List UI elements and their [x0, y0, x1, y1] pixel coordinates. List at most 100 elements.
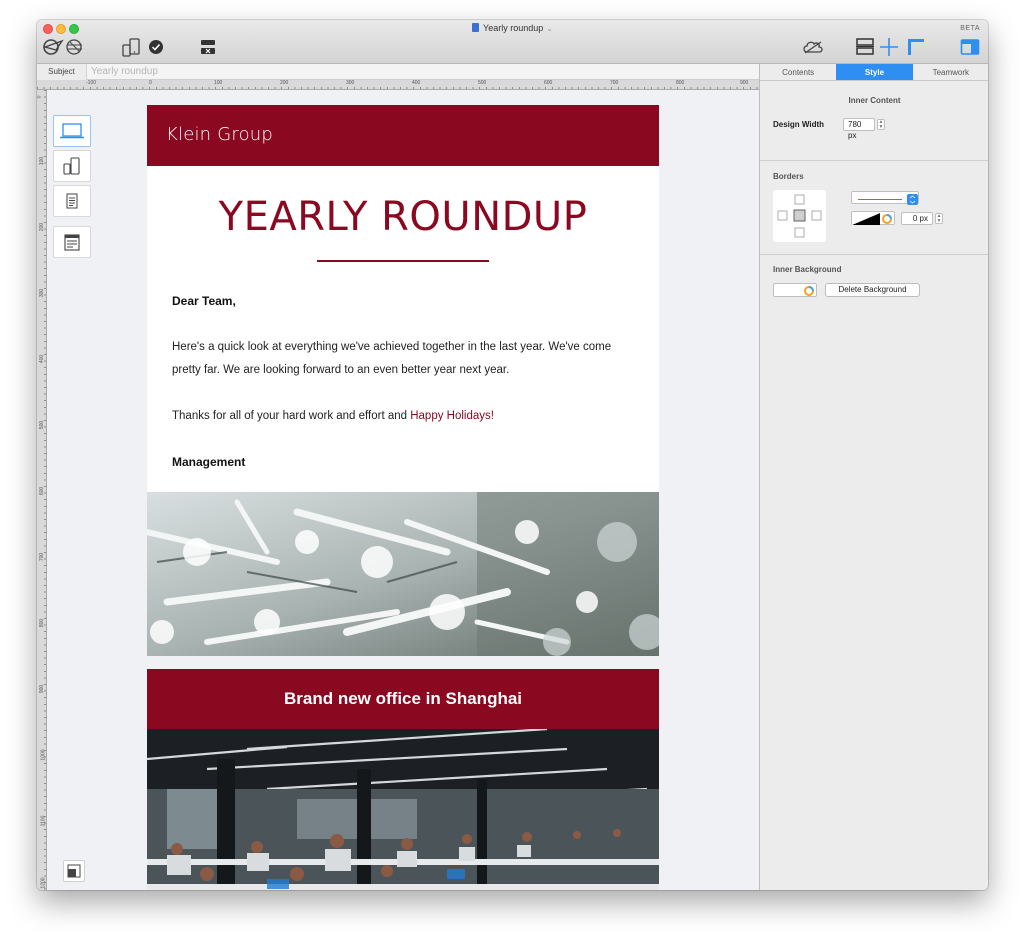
tab-contents[interactable]: Contents — [760, 64, 836, 80]
inner-content-title: Inner Content — [848, 96, 901, 105]
layout-button[interactable] — [855, 36, 875, 58]
borders-title: Borders — [773, 172, 804, 181]
ruler-label: 400 — [412, 80, 421, 86]
design-canvas[interactable]: Klein Group YEARLY ROUNDUP Dear Team, He… — [47, 90, 759, 890]
ruler-label: 100 — [214, 80, 223, 86]
email-preview[interactable]: Klein Group YEARLY ROUNDUP Dear Team, He… — [147, 105, 659, 890]
design-width-label: Design Width — [773, 120, 825, 129]
ruler-label: 600 — [544, 80, 553, 86]
cloud-icon — [803, 41, 823, 54]
design-width-input[interactable]: 780 px — [843, 118, 875, 140]
guides-button[interactable] — [879, 36, 899, 58]
desktop-view-button[interactable] — [53, 115, 91, 147]
cloud-button[interactable] — [801, 36, 825, 58]
ruler-label: 200 — [39, 222, 46, 232]
email-client-icon — [64, 234, 80, 251]
ruler-label: 700 — [39, 552, 46, 562]
border-style-select[interactable] — [851, 191, 919, 205]
ruler-label: 200 — [280, 80, 289, 86]
headline: YEARLY ROUNDUP — [218, 194, 588, 240]
mobile-view-button[interactable] — [53, 150, 91, 182]
canvas-options-button[interactable] — [63, 860, 85, 882]
ruler-label: 900 — [740, 80, 749, 86]
ruler-label: 700 — [610, 80, 619, 86]
design-width-stepper[interactable]: ▲ ▼ — [877, 119, 885, 130]
preview-send-button[interactable] — [41, 36, 87, 58]
email-header[interactable]: Klein Group — [147, 105, 659, 166]
greeting: Dear Team, — [172, 294, 236, 308]
ruler-button[interactable] — [905, 36, 927, 58]
subject-input[interactable]: Yearly roundup — [91, 64, 158, 80]
plain-text-view-button[interactable] — [53, 185, 91, 217]
horizontal-ruler: -100 0 100 200 300 400 500 600 700 800 9… — [37, 80, 759, 90]
thanks-paragraph: Thanks for all of your hard work and eff… — [172, 405, 622, 428]
ruler-label: 0 — [149, 80, 152, 86]
ruler-label: 1000 — [40, 749, 47, 761]
border-sides-icon — [777, 194, 822, 238]
email-client-view-button[interactable] — [53, 226, 91, 258]
email-body[interactable]: YEARLY ROUNDUP Dear Team, Here's a quick… — [147, 166, 659, 492]
ruler-label: 800 — [676, 80, 685, 86]
inspector-panel: Contents Style Teamwork Inner Content De… — [759, 64, 988, 890]
sidebar-toggle-button[interactable] — [959, 36, 981, 58]
headline-divider — [317, 260, 489, 262]
beta-badge: BETA — [960, 25, 980, 32]
inspector-tabs: Contents Style Teamwork — [760, 64, 988, 81]
color-wheel-icon — [804, 286, 814, 296]
ruler-label: 500 — [478, 80, 487, 86]
ruler-label: -100 — [86, 80, 97, 86]
border-sides-selector[interactable] — [773, 190, 826, 242]
subject-label: Subject — [37, 64, 87, 80]
office-illustration — [147, 729, 659, 890]
layout-icon — [856, 38, 874, 55]
ruler-label: 500 — [39, 420, 46, 430]
check-button[interactable] — [147, 36, 165, 58]
border-color-well[interactable] — [851, 211, 895, 225]
document-icon — [472, 23, 480, 32]
brand-name: Klein Group — [166, 124, 274, 145]
color-swatch-icon — [852, 213, 892, 225]
ruler-label: 900 — [39, 684, 46, 694]
border-width-input[interactable]: 0 px — [901, 212, 933, 225]
preview-send-icon — [42, 39, 82, 55]
subject-bar: Subject Yearly roundup — [37, 64, 759, 80]
ruler-label: 300 — [346, 80, 355, 86]
ruler-label: 800 — [39, 618, 46, 628]
ruler-label: 100 — [39, 156, 46, 166]
signoff: Management — [172, 455, 246, 469]
office-image[interactable] — [147, 729, 659, 890]
title-bar: Yearly roundup ⌄ BETA — [37, 20, 988, 64]
frosted-pine-image[interactable] — [147, 492, 659, 656]
section-header[interactable]: Brand new office in Shanghai — [147, 669, 659, 729]
delete-background-button[interactable]: Delete Background — [825, 283, 920, 297]
background-color-well[interactable] — [773, 283, 817, 297]
guides-icon — [880, 38, 898, 56]
chevron-down-icon: ⌄ — [546, 24, 553, 33]
frosted-pine-illustration — [147, 492, 659, 656]
thanks-text: Thanks for all of your hard work and eff… — [172, 410, 411, 422]
delete-block-icon — [201, 40, 215, 54]
section-divider — [760, 160, 988, 161]
ruler-label: 400 — [39, 354, 46, 364]
ruler-label: 600 — [39, 486, 46, 496]
sidebar-toggle-icon — [960, 39, 980, 55]
mobile-tablet-icon — [63, 157, 80, 175]
ruler-label: 300 — [39, 288, 46, 298]
tab-teamwork[interactable]: Teamwork — [913, 64, 988, 80]
text-only-icon — [66, 193, 78, 209]
document-title[interactable]: Yearly roundup ⌄ — [37, 23, 988, 33]
delete-block-button[interactable] — [197, 36, 219, 58]
ruler-icon — [908, 39, 924, 55]
holidays-link[interactable]: Happy Holidays! — [410, 410, 494, 422]
ruler-label: 1200 — [40, 877, 47, 889]
tab-style[interactable]: Style — [836, 64, 913, 80]
device-preview-button[interactable] — [119, 36, 143, 58]
intro-paragraph: Here's a quick look at everything we've … — [172, 341, 612, 376]
check-icon — [149, 40, 163, 54]
template-icon — [67, 864, 81, 878]
desktop-icon — [60, 123, 84, 139]
devices-preview-icon — [122, 38, 140, 57]
section-title: Brand new office in Shanghai — [283, 689, 523, 708]
border-width-stepper[interactable]: ▲ ▼ — [935, 213, 943, 224]
border-line-preview — [858, 194, 918, 205]
